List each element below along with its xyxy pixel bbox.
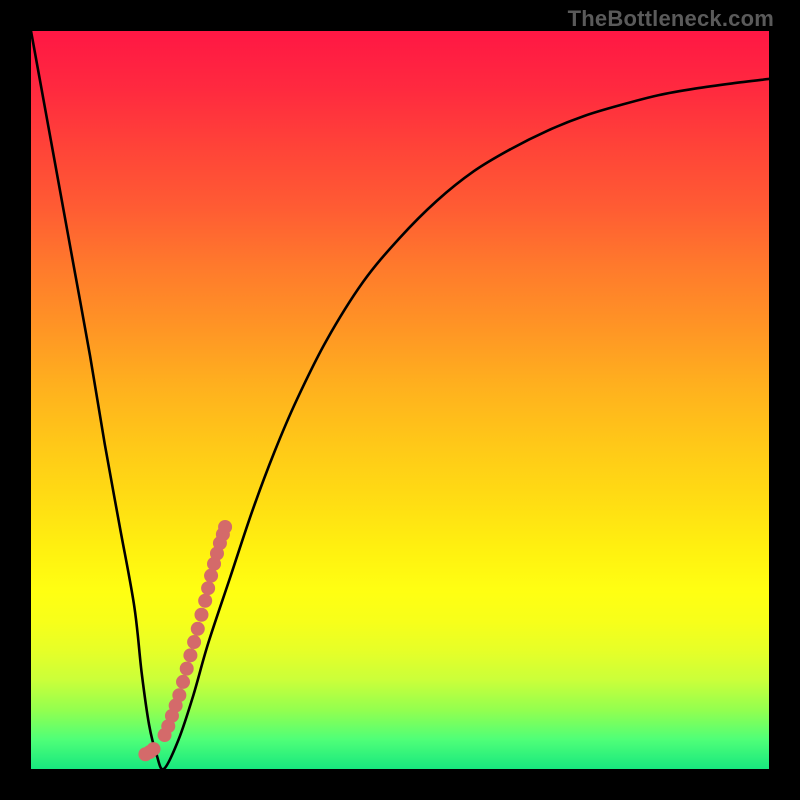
watermark-text: TheBottleneck.com bbox=[568, 6, 774, 32]
plot-gradient-background bbox=[31, 31, 769, 769]
chart-stage: TheBottleneck.com bbox=[0, 0, 800, 800]
